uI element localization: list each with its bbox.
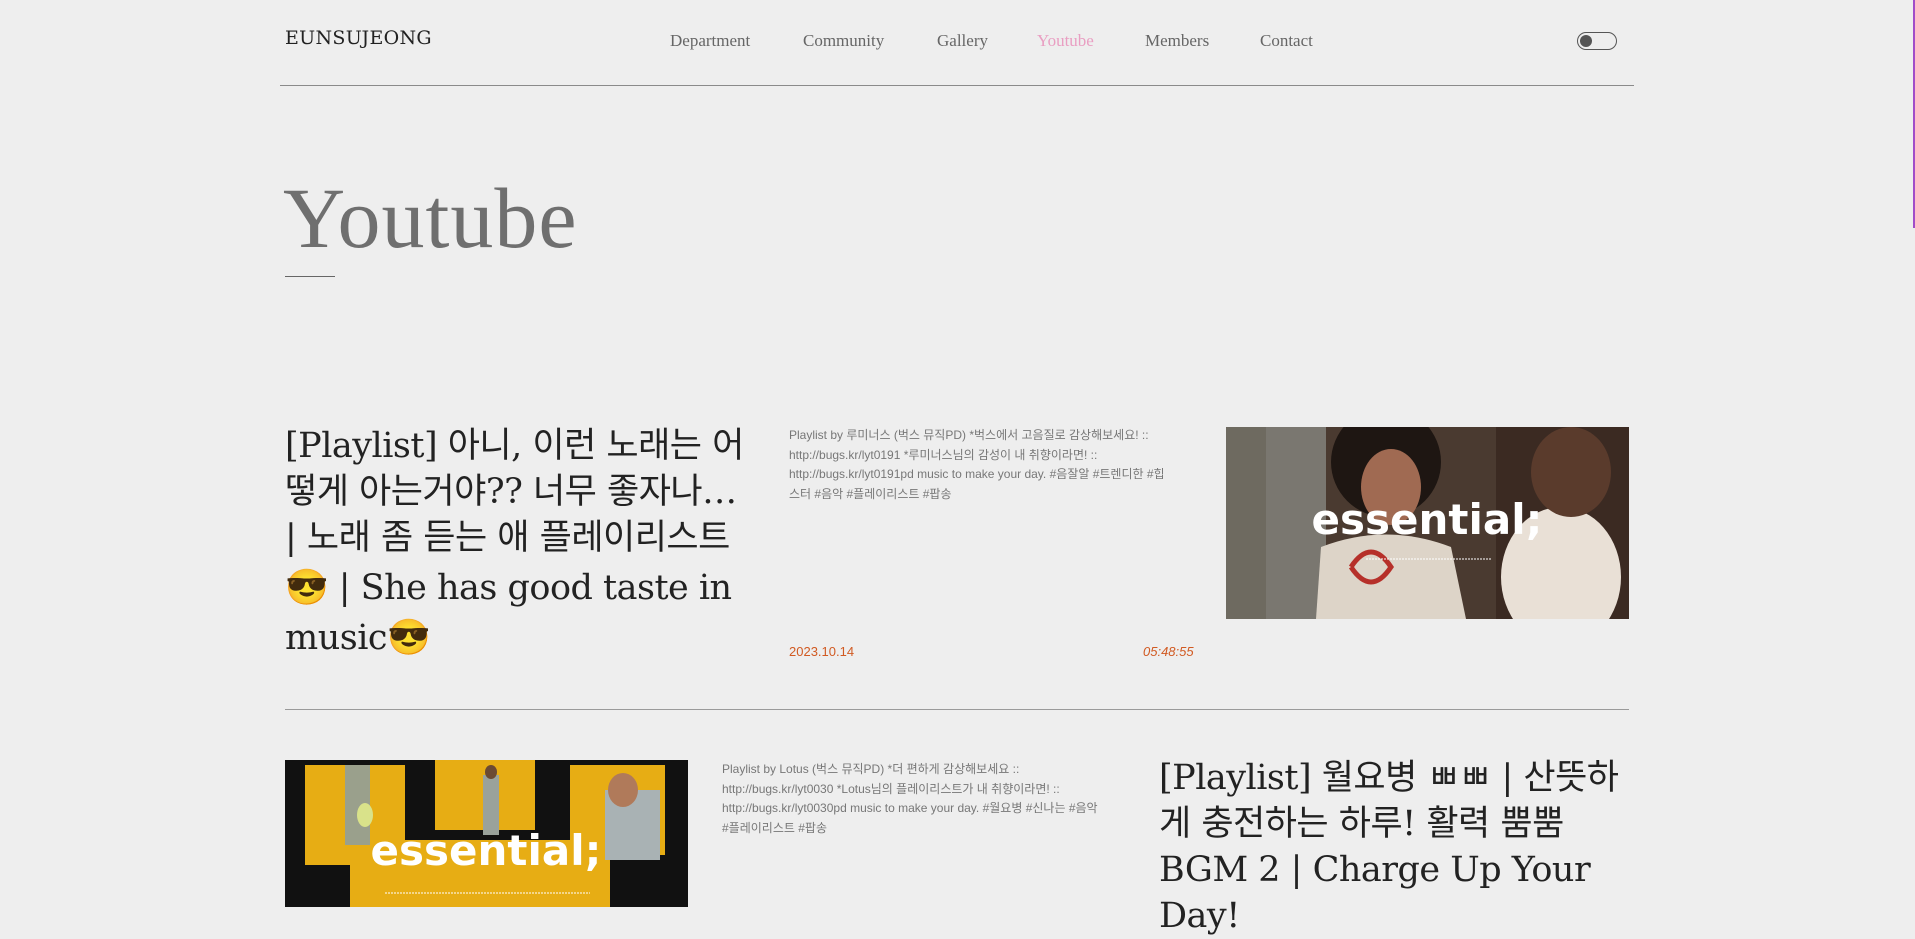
- nav-item-members[interactable]: Members: [1145, 31, 1209, 51]
- nav-item-gallery[interactable]: Gallery: [937, 31, 988, 51]
- video-thumbnail[interactable]: essential;: [1226, 427, 1629, 619]
- video-title-line: 게 충전하는 하루! 활력 뿜뿜: [1159, 804, 1564, 844]
- description-line: Playlist by Lotus (벅스 뮤직PD) *더 편하게 감상해보세…: [722, 762, 1020, 776]
- video-title[interactable]: [Playlist] 아니, 이런 노래는 어 떻게 아는거야?? 너무 좋자나…: [285, 423, 775, 661]
- description-line: http://bugs.kr/lyt0191pd music to make y…: [789, 467, 1165, 481]
- video-title-line: music😎: [285, 618, 431, 658]
- video-title-line: BGM 2 | Charge Up Your: [1159, 850, 1591, 890]
- title-underline: [285, 276, 335, 277]
- nav-item-youtube[interactable]: Youtube: [1037, 31, 1094, 51]
- nav-item-contact[interactable]: Contact: [1260, 31, 1313, 51]
- description-line: http://bugs.kr/lyt0191 *루미너스님의 감성이 내 취향이…: [789, 447, 1098, 462]
- video-title-line: | 노래 좀 듣는 애 플레이리스트: [285, 518, 730, 558]
- nav-item-community[interactable]: Community: [803, 31, 884, 51]
- description-line: http://bugs.kr/lyt0030pd music to make y…: [722, 801, 1098, 815]
- video-title-line: Day!: [1159, 896, 1240, 936]
- description-line: Playlist by 루미너스 (벅스 뮤직PD) *벅스에서 고음질로 감상…: [789, 428, 1149, 442]
- main-nav: Department Community Gallery Youtube Mem…: [280, 31, 1634, 55]
- theme-toggle[interactable]: [1577, 32, 1617, 50]
- nav-item-department[interactable]: Department: [670, 31, 750, 51]
- thumbnail-text: essential;: [1312, 495, 1543, 544]
- video-description: Playlist by Lotus (벅스 뮤직PD) *더 편하게 감상해보세…: [722, 760, 1132, 838]
- video-title-line: [Playlist] 아니, 이런 노래는 어: [285, 426, 744, 466]
- description-line: http://bugs.kr/lyt0030 *Lotus님의 플레이리스트가 …: [722, 781, 1060, 796]
- site-header: EUNSUJEONG Department Community Gallery …: [280, 0, 1634, 86]
- video-title-line: 떻게 아는거야?? 너무 좋자나…: [285, 472, 737, 512]
- video-duration: 05:48:55: [1143, 644, 1194, 659]
- video-description: Playlist by 루미너스 (벅스 뮤직PD) *벅스에서 고음질로 감상…: [789, 426, 1199, 504]
- thumbnail-image: essential;: [285, 760, 688, 907]
- video-title[interactable]: [Playlist] 월요병 ㅃㅃ | 산뜻하 게 충전하는 하루! 활력 뿜뿜…: [1159, 755, 1629, 939]
- video-thumbnail[interactable]: essential;: [285, 760, 688, 907]
- thumbnail-text: essential;: [371, 826, 602, 875]
- item-divider: [285, 709, 1629, 710]
- description-line: #플레이리스트 #팝송: [722, 820, 828, 835]
- video-title-line: [Playlist] 월요병 ㅃㅃ | 산뜻하: [1159, 758, 1619, 798]
- page-title: Youtube: [283, 170, 578, 266]
- video-title-line: 😎 | She has good taste in: [285, 568, 732, 608]
- toggle-knob: [1580, 35, 1592, 47]
- video-date: 2023.10.14: [789, 644, 855, 659]
- description-line: 스터 #음악 #플레이리스트 #팝송: [789, 486, 952, 501]
- thumbnail-image: essential;: [1226, 427, 1629, 619]
